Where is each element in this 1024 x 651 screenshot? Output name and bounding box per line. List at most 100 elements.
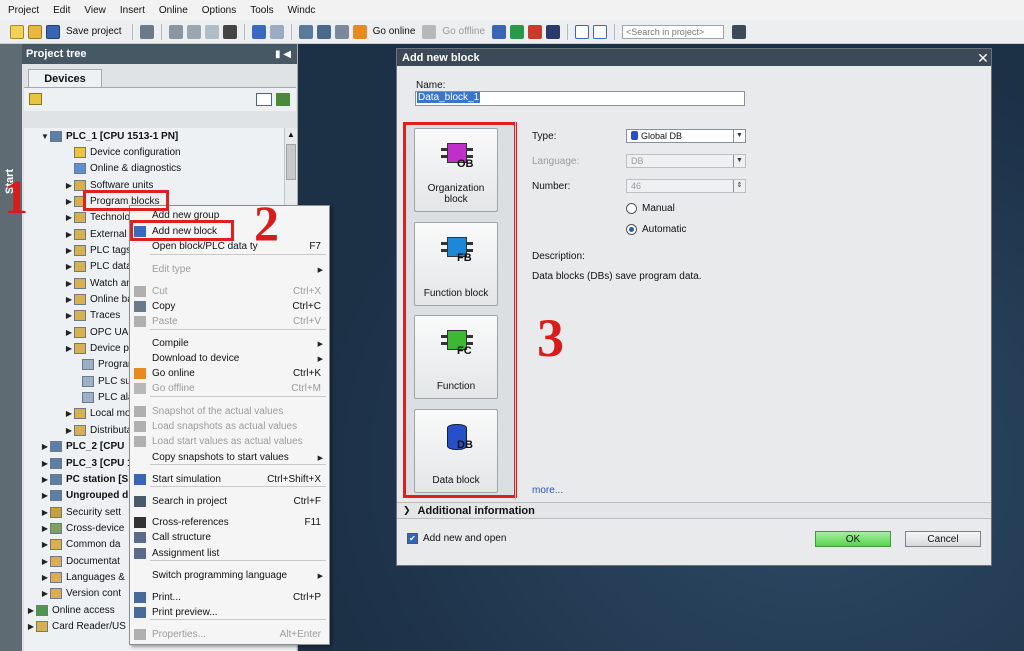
scrollbar-thumb[interactable] [286,144,296,180]
ok-button[interactable]: OK [815,531,891,547]
expand-arrow-icon[interactable]: ▶ [64,311,74,320]
context-menu-open-block-plc-data-ty[interactable]: Open block/PLC data ty F7 [130,239,329,254]
stop-cpu-icon[interactable] [528,24,543,39]
language-select[interactable]: DB ▼ [626,154,746,168]
print-icon[interactable] [139,24,154,39]
menu-item-windc[interactable]: Windc [288,5,316,16]
expand-arrow-icon[interactable]: ▶ [40,540,50,549]
new-project-icon[interactable] [10,24,24,39]
menu-item-edit[interactable]: Edit [53,5,70,16]
menu-item-tools[interactable]: Tools [250,5,273,16]
context-menu-compile[interactable]: Compile ▶ [130,336,329,351]
expand-arrow-icon[interactable]: ▶ [64,295,74,304]
expand-arrow-icon[interactable]: ▶ [40,589,50,598]
expand-arrow-icon[interactable]: ▶ [64,230,74,239]
automatic-radio[interactable]: Automatic [626,224,686,235]
collapse-panel-icon[interactable]: ▮ ◀ [275,49,291,60]
view-toggle-icon[interactable] [256,93,272,106]
type-select[interactable]: Global DB ▼ [626,129,746,143]
context-menu-load-start-values-as-actual-values[interactable]: Load start values as actual values [130,434,329,449]
context-menu-print-preview[interactable]: Print preview... [130,605,329,620]
expand-arrow-icon[interactable]: ▶ [40,442,50,451]
split-vertical-icon[interactable] [593,24,608,39]
expand-arrow-icon[interactable]: ▶ [40,459,50,468]
cross-references-icon[interactable] [546,24,561,39]
accessible-devices-icon[interactable] [492,24,507,39]
context-menu-cross-references[interactable]: Cross-references F11 [130,515,329,530]
radio-circle-icon[interactable] [626,203,637,214]
expand-arrow-icon[interactable]: ▶ [64,344,74,353]
tree-options-icon[interactable] [276,93,290,106]
expand-arrow-icon[interactable]: ▶ [64,213,74,222]
new-device-icon[interactable] [29,93,42,105]
expand-arrow-icon[interactable]: ▶ [64,246,74,255]
scroll-up-icon[interactable]: ▲ [285,128,297,142]
stepper-arrows-icon[interactable]: ⇕ [733,180,745,192]
expand-arrow-icon[interactable]: ▶ [40,475,50,484]
copy-icon[interactable] [186,24,201,39]
block-type-fb-button[interactable]: FB Function block [414,222,498,306]
save-icon[interactable] [46,24,60,39]
expand-arrow-icon[interactable]: ❯ [403,505,411,516]
cancel-button[interactable]: Cancel [905,531,981,547]
split-horizontal-icon[interactable] [575,24,590,39]
context-menu-start-simulation[interactable]: Start simulation Ctrl+Shift+X [130,472,329,487]
number-stepper[interactable]: 46 ⇕ [626,179,746,193]
expand-arrow-icon[interactable]: ▶ [40,573,50,582]
menu-item-options[interactable]: Options [202,5,236,16]
tree-item-plc-1-cpu-1513-1-pn[interactable]: ▼ PLC_1 [CPU 1513-1 PN] [40,128,282,144]
context-menu-paste[interactable]: Paste Ctrl+V [130,314,329,329]
save-project-button[interactable]: Save project [66,26,122,37]
context-menu-download-to-device[interactable]: Download to device ▶ [130,351,329,366]
radio-selected-icon[interactable] [626,224,637,235]
delete-icon[interactable] [222,24,237,39]
tab-devices[interactable]: Devices [28,69,102,87]
context-menu-go-online[interactable]: Go online Ctrl+K [130,366,329,381]
context-menu-properties[interactable]: Properties... Alt+Enter [130,627,329,642]
download-icon[interactable] [316,24,331,39]
expand-arrow-icon[interactable]: ▶ [40,508,50,517]
menu-item-insert[interactable]: Insert [120,5,145,16]
expand-arrow-icon[interactable]: ▶ [64,262,74,271]
search-in-project-input[interactable]: <Search in project> [622,24,725,39]
expand-arrow-icon[interactable]: ▶ [26,606,36,615]
menu-item-view[interactable]: View [84,5,106,16]
add-new-and-open-checkbox[interactable]: ✔ Add new and open [407,533,506,544]
manual-radio[interactable]: Manual [626,203,675,214]
checkmark-icon[interactable]: ✔ [407,533,418,544]
go-offline-button[interactable]: Go offline [442,26,485,37]
open-project-icon[interactable] [28,24,42,39]
context-menu-print[interactable]: Print... Ctrl+P [130,590,329,605]
tree-item-online-diagnostics[interactable]: Online & diagnostics [64,161,282,177]
context-menu-call-structure[interactable]: Call structure [130,530,329,545]
search-icon[interactable] [732,24,747,39]
redo-icon[interactable] [269,24,284,39]
additional-information-section[interactable]: ❯ Additional information [397,502,991,519]
context-menu-assignment-list[interactable]: Assignment list [130,546,329,561]
context-menu-switch-programming-language[interactable]: Switch programming language ▶ [130,568,329,583]
expand-arrow-icon[interactable]: ▶ [40,491,50,500]
compile-icon[interactable] [298,24,313,39]
expand-arrow-icon[interactable]: ▶ [64,426,74,435]
menu-item-project[interactable]: Project [8,5,39,16]
context-menu-edit-type[interactable]: Edit type ▶ [130,262,329,277]
upload-icon[interactable] [334,24,349,39]
collapse-arrow-icon[interactable]: ▼ [40,132,50,141]
expand-arrow-icon[interactable]: ▶ [64,181,74,190]
dropdown-arrow-icon[interactable]: ▼ [733,155,745,167]
expand-arrow-icon[interactable]: ▶ [64,279,74,288]
menu-item-online[interactable]: Online [159,5,188,16]
start-side-tab[interactable]: Start [0,44,22,651]
undo-icon[interactable] [251,24,266,39]
expand-arrow-icon[interactable]: ▶ [64,197,74,206]
tree-item-device-configuration[interactable]: Device configuration [64,144,282,160]
dropdown-arrow-icon[interactable]: ▼ [733,130,745,142]
context-menu-load-snapshots-as-actual-values[interactable]: Load snapshots as actual values [130,419,329,434]
context-menu-cut[interactable]: Cut Ctrl+X [130,284,329,299]
expand-arrow-icon[interactable]: ▶ [40,524,50,533]
block-type-fc-button[interactable]: FC Function [414,315,498,399]
context-menu-copy-snapshots-to-start-values[interactable]: Copy snapshots to start values ▶ [130,450,329,465]
block-type-db-button[interactable]: DB Data block [414,409,498,493]
paste-icon[interactable] [204,24,219,39]
block-type-ob-button[interactable]: OB Organization block [414,128,498,212]
